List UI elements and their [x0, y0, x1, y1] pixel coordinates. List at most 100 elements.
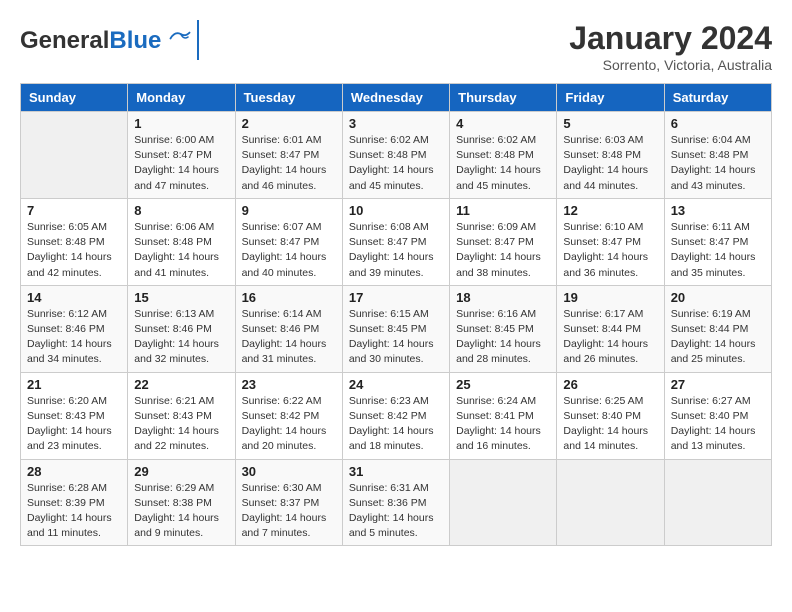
calendar-cell — [664, 459, 771, 546]
month-title: January 2024 — [569, 20, 772, 57]
day-number: 2 — [242, 116, 336, 131]
calendar-cell: 10Sunrise: 6:08 AMSunset: 8:47 PMDayligh… — [342, 198, 449, 285]
day-number: 6 — [671, 116, 765, 131]
day-number: 22 — [134, 377, 228, 392]
day-number: 25 — [456, 377, 550, 392]
day-info: Sunrise: 6:25 AMSunset: 8:40 PMDaylight:… — [563, 394, 657, 455]
day-number: 13 — [671, 203, 765, 218]
day-info: Sunrise: 6:15 AMSunset: 8:45 PMDaylight:… — [349, 307, 443, 368]
calendar-cell: 7Sunrise: 6:05 AMSunset: 8:48 PMDaylight… — [21, 198, 128, 285]
logo-general-text: General — [20, 27, 109, 54]
day-number: 24 — [349, 377, 443, 392]
calendar-cell: 2 Sunrise: 6:01 AMSunset: 8:47 PMDaylight… — [235, 112, 342, 199]
day-number: 18 — [456, 290, 550, 305]
calendar-cell: 5 Sunrise: 6:03 AMSunset: 8:48 PMDaylight… — [557, 112, 664, 199]
day-number: 5 — [563, 116, 657, 131]
calendar-cell: 20 Sunrise: 6:19 AMSunset: 8:44 PMDayligh… — [664, 285, 771, 372]
day-number: 4 — [456, 116, 550, 131]
day-number: 21 — [27, 377, 121, 392]
day-number: 12 — [563, 203, 657, 218]
day-info: Sunrise: 6:07 AMSunset: 8:47 PMDaylight:… — [242, 220, 336, 281]
calendar-cell: 28 Sunrise: 6:28 AMSunset: 8:39 PMDayligh… — [21, 459, 128, 546]
day-info: Sunrise: 6:21 AMSunset: 8:43 PMDaylight:… — [134, 394, 228, 455]
day-info: Sunrise: 6:30 AMSunset: 8:37 PMDaylight:… — [242, 481, 336, 542]
day-info: Sunrise: 6:14 AMSunset: 8:46 PMDaylight:… — [242, 307, 336, 368]
day-info: Sunrise: 6:27 AMSunset: 8:40 PMDaylight:… — [671, 394, 765, 455]
day-info: Sunrise: 6:23 AMSunset: 8:42 PMDaylight:… — [349, 394, 443, 455]
day-info: Sunrise: 6:13 AMSunset: 8:46 PMDaylight:… — [134, 307, 228, 368]
day-info: Sunrise: 6:09 AMSunset: 8:47 PMDaylight:… — [456, 220, 550, 281]
calendar-cell — [557, 459, 664, 546]
weekday-header-sunday: Sunday — [21, 84, 128, 112]
weekday-header-row: SundayMondayTuesdayWednesdayThursdayFrid… — [21, 84, 772, 112]
title-block: January 2024 Sorrento, Victoria, Austral… — [569, 20, 772, 73]
calendar-cell: 9 Sunrise: 6:07 AMSunset: 8:47 PMDaylight… — [235, 198, 342, 285]
day-info: Sunrise: 6:02 AMSunset: 8:48 PMDaylight:… — [456, 133, 550, 194]
day-info: Sunrise: 6:10 AMSunset: 8:47 PMDaylight:… — [563, 220, 657, 281]
day-number: 1 — [134, 116, 228, 131]
weekday-header-wednesday: Wednesday — [342, 84, 449, 112]
day-number: 17 — [349, 290, 443, 305]
calendar-cell: 27Sunrise: 6:27 AMSunset: 8:40 PMDayligh… — [664, 372, 771, 459]
day-info: Sunrise: 6:01 AMSunset: 8:47 PMDaylight:… — [242, 133, 336, 194]
calendar-cell: 18 Sunrise: 6:16 AMSunset: 8:45 PMDayligh… — [450, 285, 557, 372]
day-info: Sunrise: 6:29 AMSunset: 8:38 PMDaylight:… — [134, 481, 228, 542]
page-header: GeneralBlue January 2024 Sorrento, Victo… — [20, 20, 772, 73]
day-number: 9 — [242, 203, 336, 218]
calendar-cell: 17 Sunrise: 6:15 AMSunset: 8:45 PMDayligh… — [342, 285, 449, 372]
weekday-header-saturday: Saturday — [664, 84, 771, 112]
day-number: 20 — [671, 290, 765, 305]
weekday-header-tuesday: Tuesday — [235, 84, 342, 112]
day-number: 3 — [349, 116, 443, 131]
calendar-cell: 4 Sunrise: 6:02 AMSunset: 8:48 PMDaylight… — [450, 112, 557, 199]
day-info: Sunrise: 6:02 AMSunset: 8:48 PMDaylight:… — [349, 133, 443, 194]
day-number: 16 — [242, 290, 336, 305]
day-number: 11 — [456, 203, 550, 218]
weekday-header-friday: Friday — [557, 84, 664, 112]
day-info: Sunrise: 6:17 AMSunset: 8:44 PMDaylight:… — [563, 307, 657, 368]
logo-blue-text: Blue — [109, 27, 161, 54]
day-number: 14 — [27, 290, 121, 305]
calendar-week-row: 7Sunrise: 6:05 AMSunset: 8:48 PMDaylight… — [21, 198, 772, 285]
calendar-cell: 12 Sunrise: 6:10 AMSunset: 8:47 PMDayligh… — [557, 198, 664, 285]
day-info: Sunrise: 6:16 AMSunset: 8:45 PMDaylight:… — [456, 307, 550, 368]
day-info: Sunrise: 6:06 AMSunset: 8:48 PMDaylight:… — [134, 220, 228, 281]
day-info: Sunrise: 6:03 AMSunset: 8:48 PMDaylight:… — [563, 133, 657, 194]
day-info: Sunrise: 6:05 AMSunset: 8:48 PMDaylight:… — [27, 220, 121, 281]
calendar-week-row: 28 Sunrise: 6:28 AMSunset: 8:39 PMDayligh… — [21, 459, 772, 546]
calendar-cell: 11 Sunrise: 6:09 AMSunset: 8:47 PMDayligh… — [450, 198, 557, 285]
day-number: 8 — [134, 203, 228, 218]
calendar-cell: 14 Sunrise: 6:12 AMSunset: 8:46 PMDayligh… — [21, 285, 128, 372]
calendar-cell: 16 Sunrise: 6:14 AMSunset: 8:46 PMDayligh… — [235, 285, 342, 372]
calendar-cell — [21, 112, 128, 199]
calendar-cell: 26 Sunrise: 6:25 AMSunset: 8:40 PMDayligh… — [557, 372, 664, 459]
day-number: 28 — [27, 464, 121, 479]
day-info: Sunrise: 6:28 AMSunset: 8:39 PMDaylight:… — [27, 481, 121, 542]
calendar-cell: 3 Sunrise: 6:02 AMSunset: 8:48 PMDaylight… — [342, 112, 449, 199]
calendar-week-row: 14 Sunrise: 6:12 AMSunset: 8:46 PMDayligh… — [21, 285, 772, 372]
calendar-cell: 30 Sunrise: 6:30 AMSunset: 8:37 PMDayligh… — [235, 459, 342, 546]
calendar-cell: 22 Sunrise: 6:21 AMSunset: 8:43 PMDayligh… — [128, 372, 235, 459]
day-number: 15 — [134, 290, 228, 305]
calendar-cell: 29Sunrise: 6:29 AMSunset: 8:38 PMDayligh… — [128, 459, 235, 546]
location-subtitle: Sorrento, Victoria, Australia — [569, 57, 772, 73]
day-number: 30 — [242, 464, 336, 479]
calendar-cell: 31 Sunrise: 6:31 AMSunset: 8:36 PMDayligh… — [342, 459, 449, 546]
calendar-cell: 24 Sunrise: 6:23 AMSunset: 8:42 PMDayligh… — [342, 372, 449, 459]
day-number: 26 — [563, 377, 657, 392]
day-number: 19 — [563, 290, 657, 305]
calendar-cell: 23Sunrise: 6:22 AMSunset: 8:42 PMDayligh… — [235, 372, 342, 459]
day-number: 10 — [349, 203, 443, 218]
day-number: 31 — [349, 464, 443, 479]
calendar-cell — [450, 459, 557, 546]
calendar-cell: 6Sunrise: 6:04 AMSunset: 8:48 PMDaylight… — [664, 112, 771, 199]
calendar-cell: 8 Sunrise: 6:06 AMSunset: 8:48 PMDaylight… — [128, 198, 235, 285]
day-info: Sunrise: 6:31 AMSunset: 8:36 PMDaylight:… — [349, 481, 443, 542]
day-info: Sunrise: 6:11 AMSunset: 8:47 PMDaylight:… — [671, 220, 765, 281]
calendar-week-row: 21Sunrise: 6:20 AMSunset: 8:43 PMDayligh… — [21, 372, 772, 459]
day-info: Sunrise: 6:22 AMSunset: 8:42 PMDaylight:… — [242, 394, 336, 455]
day-info: Sunrise: 6:24 AMSunset: 8:41 PMDaylight:… — [456, 394, 550, 455]
day-info: Sunrise: 6:19 AMSunset: 8:44 PMDaylight:… — [671, 307, 765, 368]
day-info: Sunrise: 6:12 AMSunset: 8:46 PMDaylight:… — [27, 307, 121, 368]
calendar-cell: 19 Sunrise: 6:17 AMSunset: 8:44 PMDayligh… — [557, 285, 664, 372]
